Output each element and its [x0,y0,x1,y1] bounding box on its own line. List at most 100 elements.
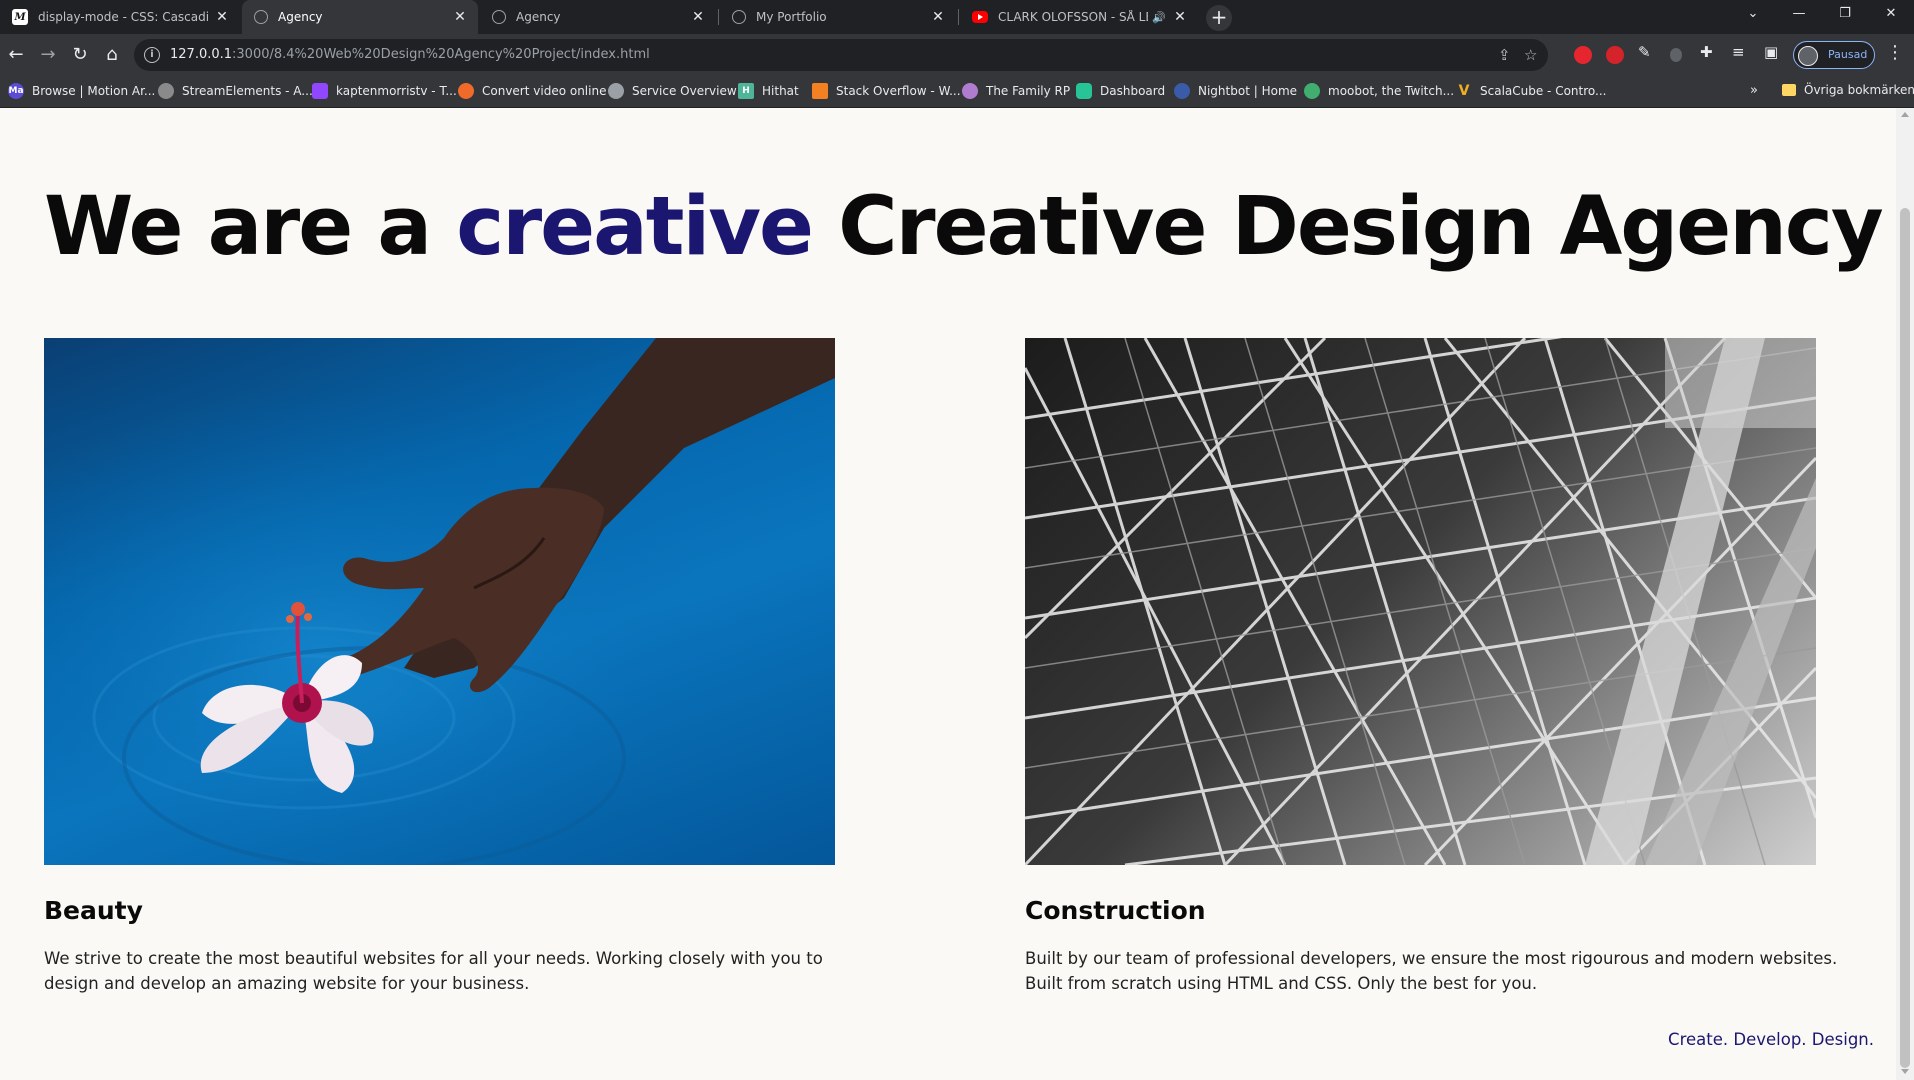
home-button[interactable]: ⌂ [98,41,126,69]
tab-title: Agency [278,10,323,24]
forward-button[interactable]: → [34,41,62,69]
pen-extension-icon[interactable]: ✎ [1638,43,1651,61]
close-icon[interactable]: ✕ [1172,9,1188,25]
globe-icon [608,83,624,99]
tab-agency-active[interactable]: Agency ✕ [242,0,478,34]
hero-text-start: We are a [44,180,457,274]
bookmark-service-overview[interactable]: Service Overview [608,83,737,99]
bookmark-nightbot[interactable]: Nightbot | Home [1174,83,1297,99]
bookmark-the-family-rp[interactable]: The Family RP [962,83,1070,99]
folder-icon [1782,84,1796,96]
tab-title: CLARK OLOFSSON - SÅ LEVE [998,10,1148,24]
tagline: Create. Develop. Design. [1668,1030,1874,1049]
mdn-m-icon: M [12,9,28,25]
side-panel-icon[interactable]: ▣ [1764,43,1778,61]
bookmark-label: StreamElements - A... [182,84,313,98]
globe-icon [732,10,746,24]
bookmark-moobot[interactable]: moobot, the Twitch... [1304,83,1454,99]
bookmark-motion-array[interactable]: Ma Browse | Motion Ar... [8,83,155,99]
youtube-icon [972,11,988,23]
stack-overflow-icon [812,83,828,99]
hero-heading: We are a creative Creative Design Agency [44,180,1884,274]
reload-button[interactable]: ↻ [66,41,94,69]
tab-separator [958,9,959,25]
dashboard-icon [1076,83,1092,99]
bookmark-label: Nightbot | Home [1198,84,1298,98]
tab-my-portfolio[interactable]: My Portfolio ✕ [720,0,956,34]
bookmark-label: Övriga bokmärken [1804,83,1914,97]
back-button[interactable]: ← [2,41,30,69]
adblock-extension-icon[interactable] [1574,46,1592,64]
moobot-icon [1304,83,1320,99]
avatar [1798,46,1818,66]
twitch-icon [312,83,328,99]
tab-youtube[interactable]: CLARK OLOFSSON - SÅ LEVE 🔊 ✕ [960,0,1198,34]
bookmark-label: Service Overview [632,84,737,98]
bookmark-streamelements[interactable]: StreamElements - A... [158,83,313,99]
restore-button[interactable]: ❐ [1822,0,1868,30]
tab-separator [718,9,719,25]
tab-strip: M display-mode - CSS: Cascading S ✕ Agen… [0,0,1914,34]
bookmark-label: moobot, the Twitch... [1328,84,1455,98]
hero-text-end: Creative Design Agency [811,180,1884,274]
profile-button[interactable]: Pausad [1793,41,1875,69]
tab-mdn-display-mode[interactable]: M display-mode - CSS: Cascading S ✕ [0,0,240,34]
minimize-button[interactable]: — [1776,0,1822,30]
scroll-up-arrow-icon[interactable] [1901,112,1909,117]
browser-toolbar: ← → ↻ ⌂ i 127.0.0.1:3000/8.4%20Web%20Des… [0,34,1914,76]
tab-agency[interactable]: Agency ✕ [480,0,716,34]
beauty-image [44,338,835,865]
speaker-icon[interactable]: 🔊 [1152,11,1166,24]
site-info-icon[interactable]: i [144,47,160,63]
hero-accent-word: creative [456,180,814,274]
scalacube-icon: V [1458,83,1470,99]
new-tab-button[interactable]: + [1206,5,1232,31]
streamelements-icon [158,83,174,99]
share-icon[interactable]: ⇪ [1498,46,1511,64]
construction-title: Construction [1025,896,1206,925]
address-url[interactable]: 127.0.0.1:3000/8.4%20Web%20Design%20Agen… [170,47,650,62]
bookmark-stack-overflow[interactable]: Stack Overflow - W... [812,83,961,99]
extension-red-icon[interactable] [1606,46,1624,64]
bookmark-label: kaptenmorristv - T... [336,84,457,98]
bookmark-label: Hithat [762,84,799,98]
page-viewport: We are a creative Creative Design Agency [0,108,1896,1080]
tab-search-button[interactable]: ⌄ [1730,0,1776,30]
bookmark-scalacube[interactable]: V ScalaCube - Contro... [1456,83,1607,99]
hand-flower-illustration [44,338,835,865]
address-bar[interactable]: i 127.0.0.1:3000/8.4%20Web%20Design%20Ag… [134,39,1548,71]
media-control-icon[interactable]: ≡ [1732,43,1745,61]
globe-icon [254,10,268,24]
extension-grey-icon[interactable] [1670,48,1682,62]
close-icon[interactable]: ✕ [214,9,230,25]
bookmark-other-folder[interactable]: Övriga bokmärken [1782,83,1914,97]
scrollbar-thumb[interactable] [1900,208,1910,1068]
bookmark-star-icon[interactable]: ☆ [1524,46,1537,64]
browser-menu-icon[interactable]: ⋮ [1886,42,1904,63]
bookmark-label: Dashboard [1100,84,1166,98]
scroll-down-arrow-icon[interactable] [1901,1069,1909,1074]
bookmark-dashboard[interactable]: Dashboard [1076,83,1165,99]
convert-icon [458,83,474,99]
tab-title: My Portfolio [756,10,827,24]
close-icon[interactable]: ✕ [690,9,706,25]
more-bookmarks-chevron-icon[interactable]: » [1750,83,1758,98]
close-window-button[interactable]: ✕ [1868,0,1914,30]
close-icon[interactable]: ✕ [930,9,946,25]
bookmark-label: Browse | Motion Ar... [32,84,156,98]
puzzle-extensions-icon[interactable]: ✚ [1700,43,1713,61]
profile-label: Pausad [1828,48,1868,61]
bookmark-hithat[interactable]: H Hithat [738,83,799,99]
bookmark-label: Stack Overflow - W... [836,84,961,98]
construction-description: Built by our team of professional develo… [1025,949,1838,993]
motion-array-icon: Ma [8,83,24,99]
construction-image [1025,338,1816,865]
beauty-description: We strive to create the most beautiful w… [44,949,823,993]
bookmark-kaptenmorristv[interactable]: kaptenmorristv - T... [312,83,457,99]
bookmarks-bar: Ma Browse | Motion Ar... StreamElements … [0,76,1914,108]
globe-icon [492,10,506,24]
page-scrollbar[interactable] [1896,108,1914,1080]
nightbot-icon [1174,83,1190,99]
bookmark-convert-video[interactable]: Convert video online [458,83,606,99]
close-icon[interactable]: ✕ [452,9,468,25]
